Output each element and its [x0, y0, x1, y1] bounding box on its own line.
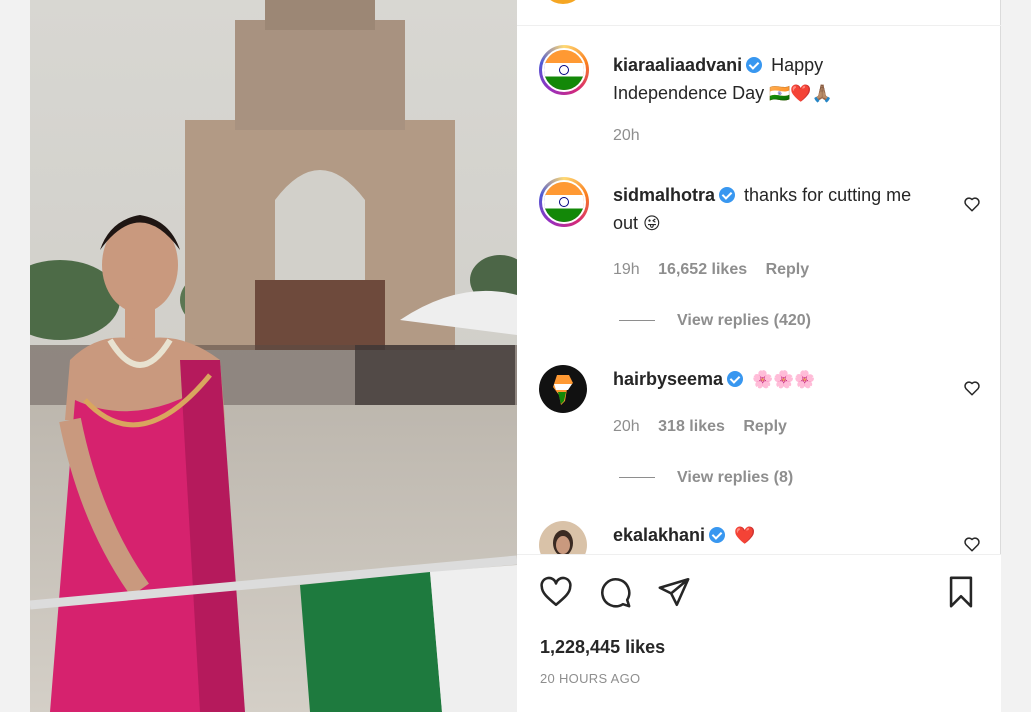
comment-meta: 20h 318 likes Reply: [613, 417, 787, 437]
avatar[interactable]: [539, 365, 587, 413]
page-background: [1001, 0, 1031, 712]
comment-text: ekalakhani ❤️: [613, 521, 923, 550]
comment-emoji: ❤️: [734, 526, 756, 546]
comment-likes[interactable]: 318 likes: [658, 418, 725, 435]
comments-list[interactable]: kiaraaliaadvani Happy Independence Day 🇮…: [517, 27, 1001, 554]
comment-username[interactable]: sidmalhotra: [613, 185, 715, 205]
post-side-panel: kiaraaliaadvani Happy Independence Day 🇮…: [517, 0, 1001, 712]
comment-emoji: 😜: [643, 214, 661, 234]
india-flag-icon: [544, 182, 584, 222]
photo-illustration: [30, 0, 517, 712]
comment-text: kiaraaliaadvani Happy Independence Day 🇮…: [613, 51, 923, 108]
heart-icon[interactable]: [963, 535, 981, 553]
india-flag-icon: [544, 50, 584, 90]
verified-badge-icon: [746, 57, 763, 73]
post-photo[interactable]: [30, 0, 517, 712]
comment-meta: 19h 16,652 likes Reply: [613, 260, 809, 280]
portrait-icon: [553, 530, 573, 554]
reply-button[interactable]: Reply: [743, 418, 787, 435]
verified-badge-icon: [727, 371, 744, 387]
post-likes-count[interactable]: 1,228,445 likes: [540, 637, 665, 658]
heart-icon[interactable]: [963, 379, 981, 397]
heart-icon[interactable]: [963, 195, 981, 213]
bookmark-icon[interactable]: [944, 575, 978, 609]
comment-username[interactable]: kiaraaliaadvani: [613, 55, 742, 75]
comment-likes[interactable]: 16,652 likes: [658, 261, 747, 278]
india-map-icon: [553, 375, 573, 405]
comment-meta: 20h: [613, 126, 640, 146]
verified-badge-icon: [709, 527, 726, 543]
verified-badge-icon: [719, 187, 736, 203]
view-replies-button[interactable]: View replies (420): [619, 311, 811, 331]
heart-icon[interactable]: [539, 575, 573, 609]
comment-emoji: 🌸🌸🌸: [752, 370, 816, 390]
send-icon[interactable]: [657, 575, 691, 609]
post-actions: 1,228,445 likes 20 HOURS AGO: [517, 554, 1001, 712]
view-replies-button[interactable]: View replies (8): [619, 468, 793, 488]
reply-button[interactable]: Reply: [766, 261, 810, 278]
comment-time[interactable]: 20h: [613, 418, 640, 435]
comment-time[interactable]: 20h: [613, 127, 640, 144]
avatar[interactable]: [539, 177, 589, 227]
post-header-strip: [517, 0, 1001, 26]
avatar[interactable]: [539, 45, 589, 95]
comment-emoji: 🇮🇳❤️🙏🏽: [769, 84, 833, 104]
comment-username[interactable]: ekalakhani: [613, 525, 705, 545]
post-timestamp[interactable]: 20 HOURS AGO: [540, 671, 640, 686]
instagram-post-view: kiaraaliaadvani Happy Independence Day 🇮…: [0, 0, 1031, 712]
avatar[interactable]: [539, 521, 587, 554]
comment-icon[interactable]: [598, 575, 632, 609]
comment-username[interactable]: hairbyseema: [613, 369, 723, 389]
comment-time[interactable]: 19h: [613, 261, 640, 278]
comment-text: sidmalhotra thanks for cutting me out 😜: [613, 181, 923, 238]
author-avatar[interactable]: [541, 0, 585, 4]
comment-text: hairbyseema 🌸🌸🌸: [613, 365, 923, 394]
